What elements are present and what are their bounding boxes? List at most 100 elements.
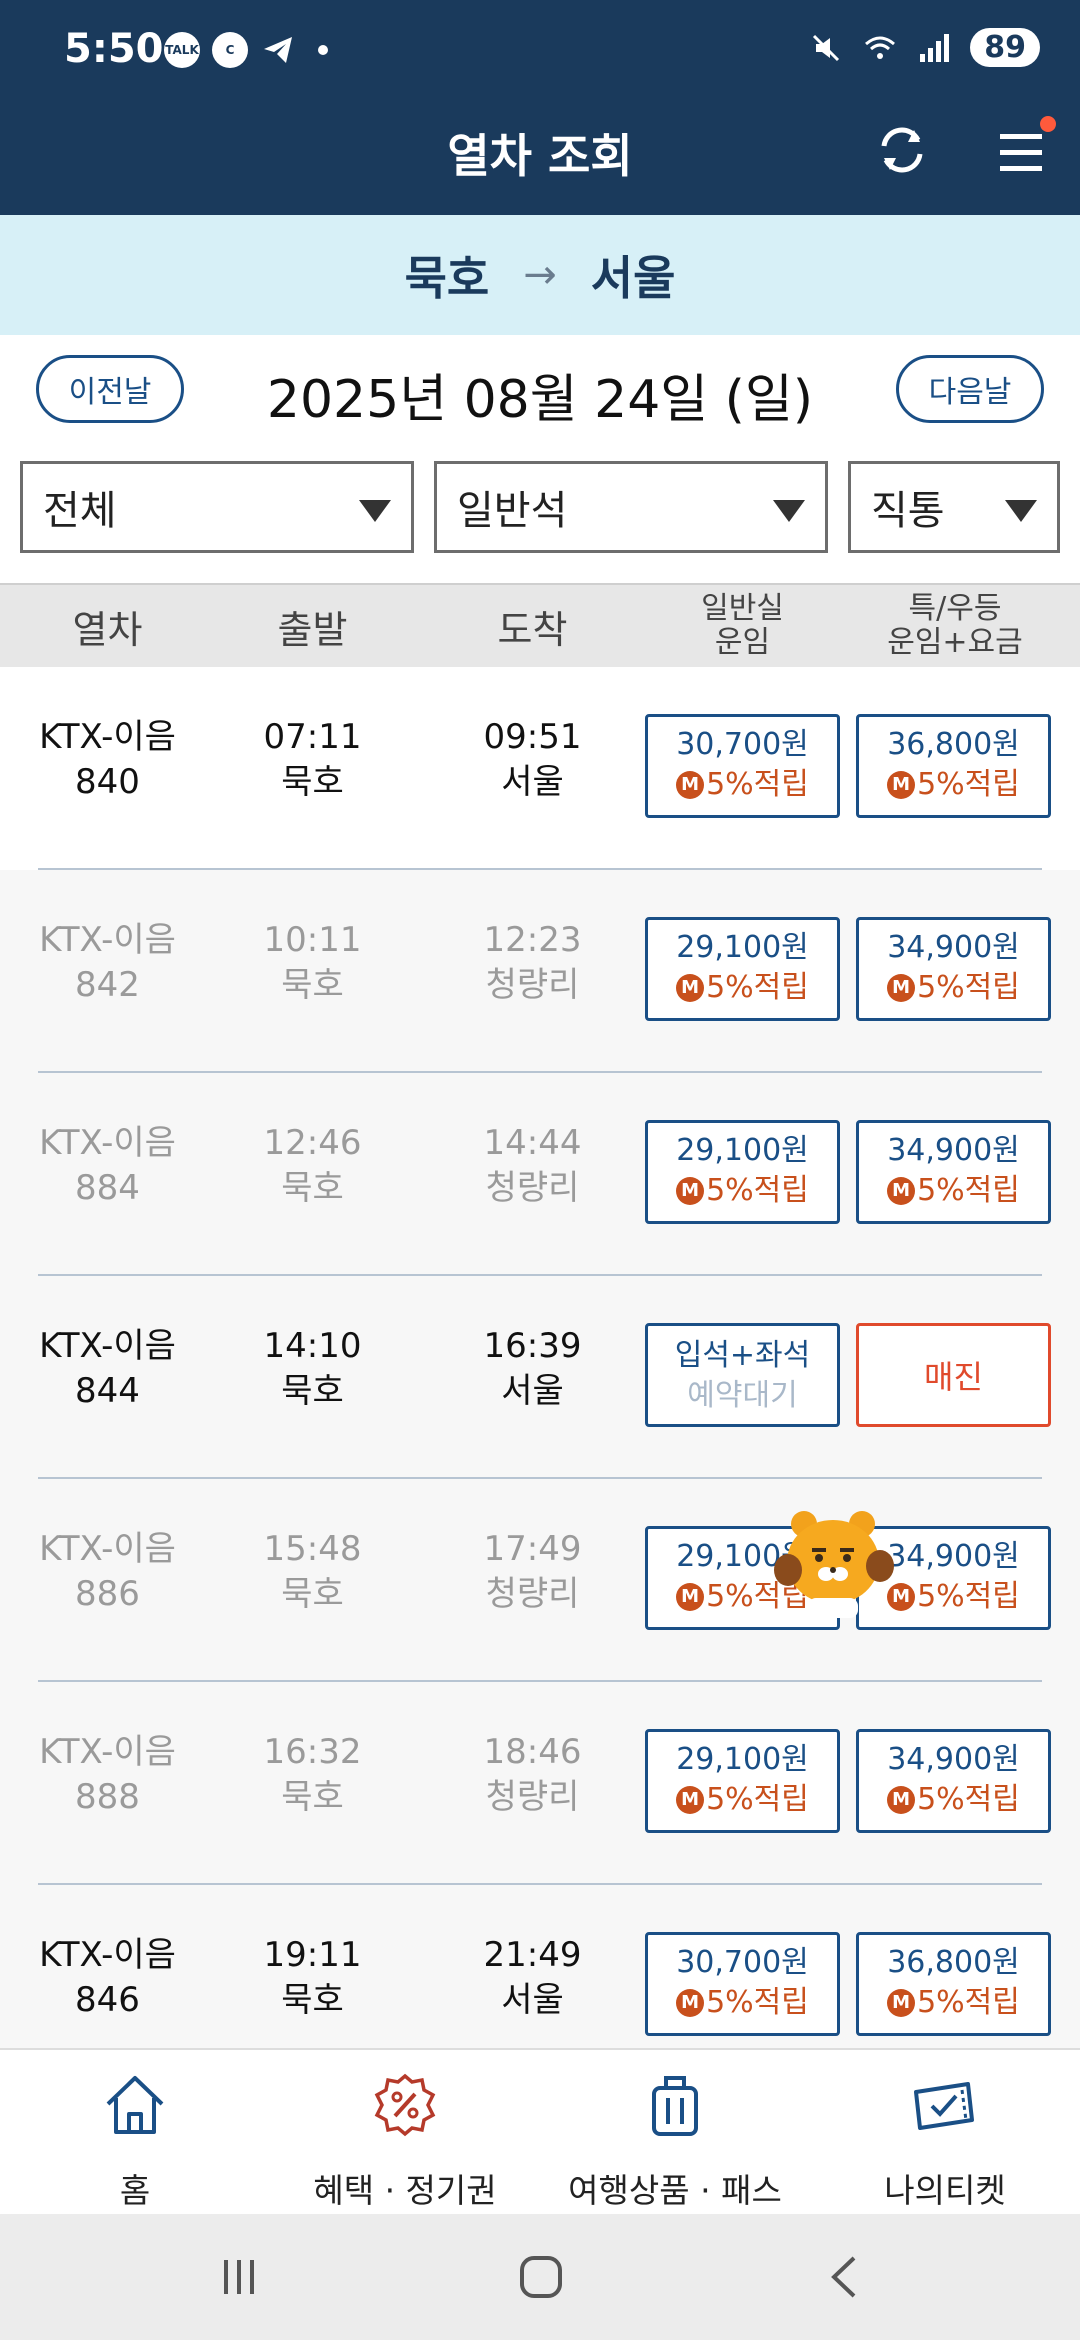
table-row[interactable]: KTX-이음 884 12:46 묵호 14:44 청량리 29,100원 M 5%적립 … <box>0 1073 1080 1276</box>
standard-fare-button[interactable]: 29,100원 M 5%적립 <box>645 917 840 1021</box>
nav-home[interactable]: 홈 <box>0 2050 270 2216</box>
mileage-icon: M <box>676 1989 705 2017</box>
col-special-fare: 특/우등 운임+요금 <box>887 591 1023 660</box>
more-notifications-icon <box>318 45 328 55</box>
table-row[interactable]: KTX-이음 842 10:11 묵호 12:23 청량리 29,100원 M 5%적립 … <box>0 870 1080 1073</box>
standby-reservation-button[interactable]: 입석+좌석예약대기 <box>645 1323 840 1427</box>
back-icon[interactable] <box>820 2252 870 2306</box>
departure-station: 묵호 <box>281 965 344 1005</box>
mileage-icon: M <box>676 1786 705 1814</box>
special-fare-button[interactable]: 34,900원 M 5%적립 <box>856 1729 1051 1833</box>
special-fare-button[interactable]: 36,800원 M 5%적립 <box>856 1932 1051 2036</box>
route-type-value: 직통 <box>871 488 945 534</box>
standby-label: 입석+좌석 <box>674 1338 811 1373</box>
kakaotalk-icon: TALK <box>164 32 200 68</box>
points-text: 5%적립 <box>706 970 809 1005</box>
departure-cell: 16:32 묵호 <box>215 1730 410 1830</box>
arrival-time: 14:44 <box>483 1123 582 1163</box>
table-row[interactable]: KTX-이음 886 15:48 묵호 17:49 청량리 29,100원 M 5%적립 … <box>0 1479 1080 1682</box>
arrival-time: 16:39 <box>483 1326 582 1366</box>
next-day-button[interactable]: 다음날 <box>896 355 1044 423</box>
fare-price: 34,900원 <box>887 930 1020 965</box>
departure-station: 묵호 <box>281 1980 344 2020</box>
origin-station: 묵호 <box>404 251 490 305</box>
mileage-icon: M <box>676 1177 705 1205</box>
table-row[interactable]: KTX-이음 888 16:32 묵호 18:46 청량리 29,100원 M 5%적립 … <box>0 1682 1080 1885</box>
train-number: 846 <box>75 1980 140 2020</box>
refresh-icon[interactable] <box>870 118 934 182</box>
points-text: 5%적립 <box>917 1782 1020 1817</box>
departure-station: 묵호 <box>281 1371 344 1411</box>
nav-travel[interactable]: 여행상품 · 패스 <box>540 2050 810 2216</box>
departure-station: 묵호 <box>281 1168 344 1208</box>
standard-fare-button[interactable]: 29,100원 M 5%적립 <box>645 1120 840 1224</box>
nav-my-ticket[interactable]: 나의티켓 <box>810 2050 1080 2216</box>
route-arrow-icon: → <box>523 252 557 298</box>
standby-sublabel: 예약대기 <box>687 1378 798 1413</box>
special-fare-button[interactable]: 36,800원 M 5%적립 <box>856 714 1051 818</box>
mileage-icon: M <box>887 1989 916 2017</box>
departure-time: 16:32 <box>263 1732 362 1772</box>
standard-fare-button[interactable]: 29,100원 M 5%적립 <box>645 1729 840 1833</box>
wifi-icon <box>865 36 896 59</box>
home-button-icon[interactable] <box>516 2252 566 2306</box>
train-number: 888 <box>75 1777 140 1817</box>
arrival-station: 서울 <box>501 762 564 802</box>
fare-price: 34,900원 <box>887 1742 1020 1777</box>
train-cell: KTX-이음 886 <box>0 1527 215 1627</box>
train-name: KTX-이음 <box>39 1529 176 1569</box>
signal-icon <box>920 33 950 62</box>
chevron-down-icon <box>773 500 805 522</box>
mileage-icon: M <box>887 974 916 1002</box>
chevron-down-icon <box>1005 500 1037 522</box>
c-app-icon: C <box>212 32 248 68</box>
route-type-select[interactable]: 직통 <box>848 461 1060 553</box>
mileage-icon: M <box>887 1786 916 1814</box>
mileage-icon: M <box>676 974 705 1002</box>
arrival-time: 12:23 <box>483 920 582 960</box>
train-type-select[interactable]: 전체 <box>20 461 414 553</box>
special-fare-button[interactable]: 34,900원 M 5%적립 <box>856 1120 1051 1224</box>
arrival-time: 21:49 <box>483 1935 582 1975</box>
arrival-cell: 16:39 서울 <box>410 1324 655 1424</box>
nav-label: 나의티켓 <box>884 2171 1006 2210</box>
route-bar[interactable]: 묵호 → 서울 <box>0 215 1080 335</box>
points-info: M 5%적립 <box>648 1983 837 2023</box>
destination-station: 서울 <box>590 251 676 305</box>
previous-day-button[interactable]: 이전날 <box>36 355 184 423</box>
standard-fare-button[interactable]: 30,700원 M 5%적립 <box>645 714 840 818</box>
col-train: 열차 <box>72 607 143 652</box>
col-standard-fare: 일반실 운임 <box>701 591 784 660</box>
points-text: 5%적립 <box>917 1985 1020 2020</box>
points-info: M 5%적립 <box>859 765 1048 805</box>
departure-cell: 07:11 묵호 <box>215 715 410 815</box>
train-type-value: 전체 <box>43 488 117 534</box>
departure-cell: 14:10 묵호 <box>215 1324 410 1424</box>
recent-apps-icon[interactable] <box>214 2252 264 2306</box>
table-row[interactable]: KTX-이음 844 14:10 묵호 16:39 서울 입석+좌석 예약대기 매진 <box>0 1276 1080 1479</box>
points-info: M 5%적립 <box>859 1780 1048 1820</box>
selected-date[interactable]: 2025년 08월 24일 (일) <box>190 357 890 432</box>
mascot-sticker-icon[interactable] <box>768 1498 898 1628</box>
points-info: M 5%적립 <box>859 968 1048 1008</box>
system-icons: 89 <box>808 28 1040 67</box>
arrival-cell: 18:46 청량리 <box>410 1730 655 1830</box>
arrival-station: 서울 <box>501 1371 564 1411</box>
arrival-station: 청량리 <box>485 1168 580 1208</box>
special-fare-button[interactable]: 34,900원 M 5%적립 <box>856 917 1051 1021</box>
col-depart: 출발 <box>277 607 348 652</box>
seat-class-select[interactable]: 일반석 <box>434 461 828 553</box>
arrival-cell: 14:44 청량리 <box>410 1121 655 1221</box>
arrival-station: 청량리 <box>485 1574 580 1614</box>
train-cell: KTX-이음 846 <box>0 1933 215 2033</box>
table-row[interactable]: KTX-이음 840 07:11 묵호 09:51 서울 30,700원 M 5%적립 3… <box>0 667 1080 870</box>
fare-price: 34,900원 <box>887 1133 1020 1168</box>
points-info: M 5%적립 <box>648 1171 837 1211</box>
home-icon <box>106 2076 164 2134</box>
arrival-station: 서울 <box>501 1980 564 2020</box>
fare-price: 29,100원 <box>676 1742 809 1777</box>
standard-fare-button[interactable]: 30,700원 M 5%적립 <box>645 1932 840 2036</box>
discount-icon <box>374 2073 436 2137</box>
nav-benefits[interactable]: 혜택 · 정기권 <box>270 2050 540 2216</box>
mileage-icon: M <box>887 1177 916 1205</box>
